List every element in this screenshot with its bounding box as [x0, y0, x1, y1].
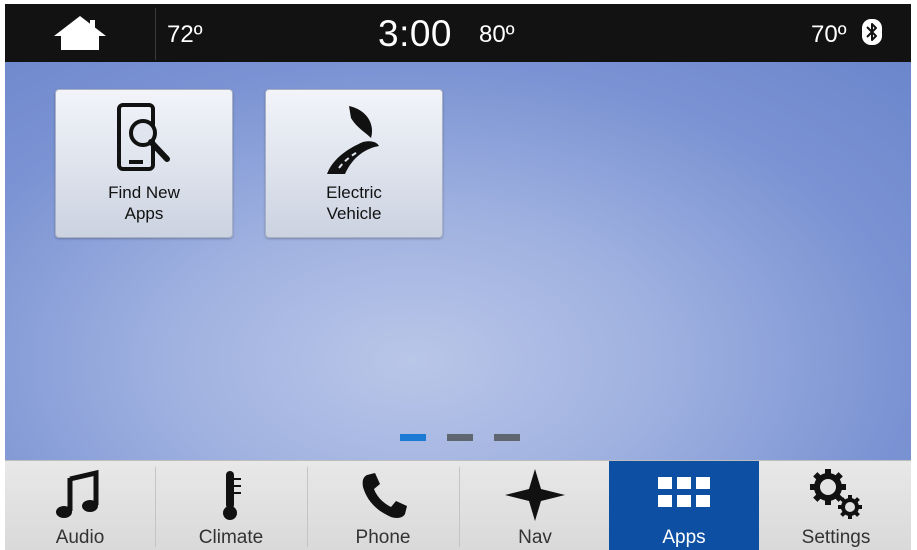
- nav-item-audio[interactable]: Audio: [5, 461, 155, 550]
- screen: 72º 3:00 80º 70º Find New Apps Electric …: [5, 4, 911, 550]
- nav-item-apps[interactable]: Apps: [609, 461, 759, 550]
- bluetooth-icon: [862, 19, 882, 45]
- driver-temperature[interactable]: 72º: [167, 21, 202, 49]
- nav-item-phone[interactable]: Phone: [308, 461, 458, 550]
- home-icon: [54, 16, 106, 50]
- app-tile-find-new-apps[interactable]: Find New Apps: [55, 89, 233, 238]
- apps-grid-icon: [658, 477, 710, 507]
- nav-item-nav[interactable]: Nav: [460, 461, 610, 550]
- status-divider: [155, 8, 156, 60]
- nav-label: Audio: [55, 527, 105, 548]
- page-indicator[interactable]: [494, 434, 520, 441]
- nav-item-climate[interactable]: Climate: [156, 461, 306, 550]
- passenger-temperature[interactable]: 70º: [811, 21, 846, 49]
- thermometer-icon: [223, 471, 241, 520]
- nav-label: Climate: [198, 527, 264, 548]
- app-tile-electric-vehicle[interactable]: Electric Vehicle: [265, 89, 443, 238]
- nav-label: Phone: [355, 527, 411, 548]
- nav-label: Settings: [801, 527, 871, 548]
- gears-icon: [810, 469, 862, 519]
- home-button[interactable]: [50, 14, 110, 52]
- apps-page: Find New Apps Electric Vehicle: [5, 62, 911, 460]
- page-indicator[interactable]: [447, 434, 473, 441]
- phone-search-icon: [117, 103, 170, 171]
- clock: 3:00: [378, 13, 453, 54]
- compass-star-icon: [505, 469, 565, 521]
- leaf-road-icon: [327, 106, 379, 174]
- music-note-icon: [56, 469, 99, 518]
- status-bar: 72º 3:00 80º 70º: [5, 4, 911, 62]
- nav-label: Apps: [662, 527, 706, 548]
- page-indicator-active[interactable]: [400, 434, 426, 441]
- app-tile-label: Electric Vehicle: [326, 183, 382, 223]
- phone-handset-icon: [362, 473, 407, 518]
- outside-temperature: 80º: [479, 21, 515, 48]
- bottom-nav-bar: Audio Climate Phone Nav Apps Settings: [5, 460, 911, 550]
- app-tile-label: Find New Apps: [108, 183, 180, 223]
- nav-label: Nav: [518, 527, 552, 548]
- nav-item-settings[interactable]: Settings: [761, 461, 911, 550]
